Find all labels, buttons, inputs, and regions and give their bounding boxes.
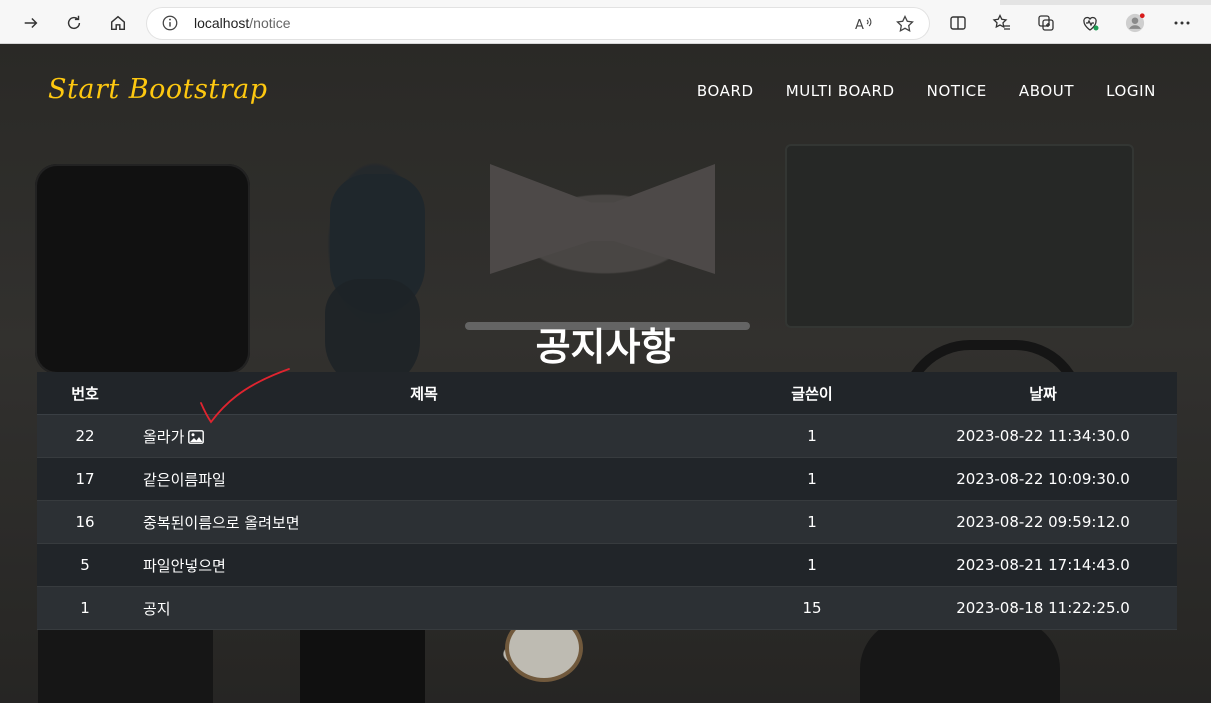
nav-board[interactable]: BOARD (697, 82, 754, 100)
notice-table: 번호 제목 글쓴이 날짜 22 올라가 1 2023-08-22 11:34:3… (37, 372, 1177, 630)
table-row[interactable]: 5 파일안넣으면 1 2023-08-21 17:14:43.0 (37, 543, 1177, 587)
row-date: 2023-08-22 09:59:12.0 (909, 500, 1177, 544)
row-number: 22 (37, 414, 133, 458)
row-writer: 1 (715, 500, 909, 544)
main-nav: BOARD MULTI BOARD NOTICE ABOUT LOGIN (697, 82, 1156, 100)
row-title[interactable]: 공지 (143, 600, 171, 618)
url-host: localhost (194, 15, 250, 31)
row-writer: 15 (715, 586, 909, 630)
table-row[interactable]: 1 공지 15 2023-08-18 11:22:25.0 (37, 586, 1177, 630)
read-aloud-icon[interactable]: A (854, 14, 874, 34)
more-icon[interactable] (1171, 12, 1193, 34)
favorite-icon[interactable] (895, 14, 915, 34)
browser-toolbar: localhost/notice A (0, 0, 1211, 44)
row-number: 16 (37, 500, 133, 544)
table-row[interactable]: 17 같은이름파일 1 2023-08-22 10:09:30.0 (37, 457, 1177, 501)
row-title[interactable]: 올라가 (143, 428, 184, 446)
row-date: 2023-08-22 10:09:30.0 (909, 457, 1177, 501)
row-date: 2023-08-22 11:34:30.0 (909, 414, 1177, 458)
row-title-cell[interactable]: 공지 (133, 586, 715, 630)
table-row[interactable]: 16 중복된이름으로 올려보면 1 2023-08-22 09:59:12.0 (37, 500, 1177, 544)
url-text: localhost/notice (194, 15, 291, 31)
nav-multi-board[interactable]: MULTI BOARD (786, 82, 895, 100)
header-date: 날짜 (909, 372, 1177, 415)
refresh-icon[interactable] (61, 10, 87, 36)
row-title[interactable]: 파일안넣으면 (143, 557, 226, 575)
browser-essentials-icon[interactable] (1079, 12, 1101, 34)
header-number: 번호 (37, 372, 133, 415)
row-date: 2023-08-18 11:22:25.0 (909, 586, 1177, 630)
profile-icon[interactable] (1124, 12, 1146, 34)
nav-login[interactable]: LOGIN (1106, 82, 1156, 100)
url-path: /notice (249, 15, 291, 31)
forward-icon[interactable] (18, 10, 44, 36)
header-writer: 글쓴이 (715, 372, 909, 415)
row-title-cell[interactable]: 올라가 (133, 414, 715, 458)
brand-logo[interactable]: Start Bootstrap (48, 74, 267, 105)
split-screen-icon[interactable] (947, 12, 969, 34)
nav-about[interactable]: ABOUT (1019, 82, 1074, 100)
image-icon (188, 429, 205, 444)
row-writer: 1 (715, 414, 909, 458)
nav-notice[interactable]: NOTICE (927, 82, 987, 100)
row-title[interactable]: 같은이름파일 (143, 471, 226, 489)
collections-icon[interactable] (1035, 12, 1057, 34)
svg-text:A: A (855, 18, 864, 33)
row-number: 17 (37, 457, 133, 501)
row-title-cell[interactable]: 중복된이름으로 올려보면 (133, 500, 715, 544)
info-icon[interactable] (161, 14, 179, 32)
row-number: 1 (37, 586, 133, 630)
page-content: Start Bootstrap BOARD MULTI BOARD NOTICE… (0, 44, 1211, 703)
table-row[interactable]: 22 올라가 1 2023-08-22 11:34:30.0 (37, 414, 1177, 458)
tab-strip-gap (0, 0, 1000, 5)
row-title-cell[interactable]: 파일안넣으면 (133, 543, 715, 587)
home-icon[interactable] (105, 10, 131, 36)
row-date: 2023-08-21 17:14:43.0 (909, 543, 1177, 587)
row-writer: 1 (715, 457, 909, 501)
row-number: 5 (37, 543, 133, 587)
favorites-list-icon[interactable] (991, 12, 1013, 34)
page-title: 공지사항 (535, 325, 676, 369)
row-title[interactable]: 중복된이름으로 올려보면 (143, 514, 300, 532)
row-title-cell[interactable]: 같은이름파일 (133, 457, 715, 501)
table-header-row: 번호 제목 글쓴이 날짜 (37, 372, 1177, 415)
header-title: 제목 (133, 372, 715, 415)
address-bar[interactable]: localhost/notice A (147, 8, 929, 39)
row-writer: 1 (715, 543, 909, 587)
